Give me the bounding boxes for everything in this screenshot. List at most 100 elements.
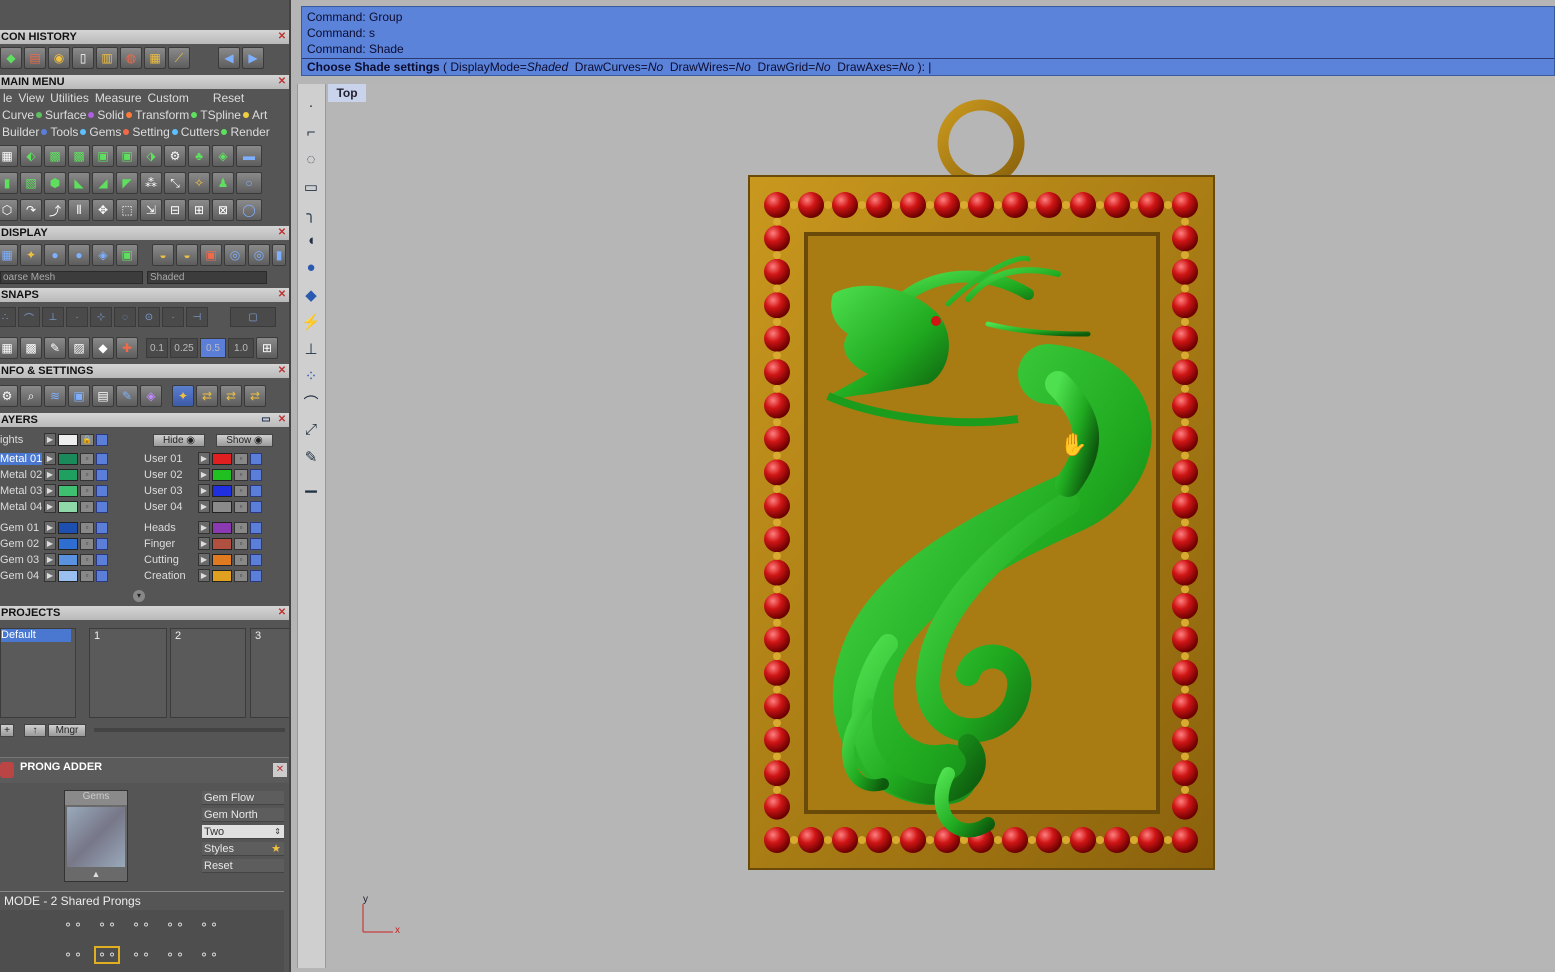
wireframe-icon[interactable]: ▦	[0, 244, 18, 266]
tab-cutters[interactable]: Cutters	[181, 125, 231, 139]
axis-icon[interactable]: ✚	[116, 337, 138, 359]
solid-icon[interactable]: ●	[298, 254, 324, 281]
play-icon[interactable]: ▶	[44, 452, 56, 465]
display-icon[interactable]: ◎	[248, 244, 270, 266]
tab-solid[interactable]: Solid	[97, 108, 135, 122]
layer-color-swatch[interactable]	[212, 468, 232, 481]
tool-icon[interactable]: ◤	[116, 172, 138, 194]
visibility-icon[interactable]	[250, 468, 262, 481]
layer-color-swatch[interactable]	[212, 521, 232, 534]
snap-value[interactable]: 1.0	[228, 338, 254, 358]
play-icon[interactable]: ▶	[198, 537, 210, 550]
viewport-top[interactable]: Top y x ✋	[328, 84, 1555, 968]
info-settings-header[interactable]: NFO & SETTINGS ✕	[0, 364, 289, 378]
cube-icon[interactable]: ▩	[20, 337, 42, 359]
snaps-header[interactable]: SNAPS ✕	[0, 288, 289, 302]
snap-icon[interactable]: ◌	[114, 307, 136, 327]
layer-metal-01[interactable]: Metal 01 ▶ ▫	[0, 451, 108, 466]
tab-setting[interactable]: Setting	[132, 125, 180, 139]
play-icon[interactable]: ▶	[44, 569, 56, 582]
tool-icon[interactable]: ▩	[44, 145, 66, 167]
display-icon[interactable]: ▣	[116, 244, 138, 266]
surface-icon[interactable]: ◆	[298, 281, 324, 308]
menu-reset[interactable]: Reset	[210, 91, 247, 105]
transform-icon[interactable]: ⚡	[298, 308, 324, 335]
play-icon[interactable]: ▶	[44, 537, 56, 550]
snap-icon[interactable]: ·	[66, 307, 88, 327]
tool-icon[interactable]: ♣	[188, 145, 210, 167]
info-icon[interactable]: ⇄	[220, 385, 242, 407]
tool-icon[interactable]: ⫴	[68, 199, 90, 221]
play-icon[interactable]: ▶	[44, 500, 56, 513]
lock-icon[interactable]: ▫	[234, 484, 248, 497]
menu-custom[interactable]: Custom	[145, 91, 192, 105]
layer-user-03[interactable]: User 03 ▶ ▫	[144, 483, 262, 498]
scale-icon[interactable]: ⤢	[298, 416, 324, 443]
layer-gem-04[interactable]: Gem 04 ▶ ▫	[0, 568, 108, 583]
visibility-icon[interactable]	[250, 569, 262, 582]
spinner-icon[interactable]: ⇕	[274, 825, 281, 839]
layer-lights[interactable]: ights ▶ 🔒	[0, 432, 108, 447]
up-arrow-icon[interactable]: ↑	[24, 723, 46, 737]
visibility-icon[interactable]	[96, 484, 108, 497]
info-icon[interactable]: ⇄	[196, 385, 218, 407]
sphere-icon[interactable]: ●	[44, 244, 66, 266]
layer-color-swatch[interactable]	[58, 468, 78, 481]
grid-icon[interactable]: ▦	[0, 337, 18, 359]
tool-icon[interactable]: ⊟	[164, 199, 186, 221]
prong-style-icon[interactable]: ⚬⚬	[60, 946, 86, 964]
prong-style-icon[interactable]: ⚬⚬	[162, 916, 188, 934]
lock-icon[interactable]: ▫	[80, 500, 94, 513]
tool-icon[interactable]: ◈	[212, 145, 234, 167]
history-icon-3[interactable]: ◉	[48, 47, 70, 69]
history-icon-4[interactable]: ▯	[72, 47, 94, 69]
prong-style-icon[interactable]: ⚬⚬	[60, 916, 86, 934]
prong-style-icon[interactable]: ⚬⚬	[196, 916, 222, 934]
snap-icon[interactable]: ∴	[0, 307, 16, 327]
gem-flow-toggle[interactable]: Gem Flow	[202, 791, 284, 805]
tab-transform[interactable]: Transform	[135, 108, 200, 122]
lock-icon[interactable]: ▫	[80, 484, 94, 497]
layer-color-swatch[interactable]	[58, 521, 78, 534]
visibility-icon[interactable]	[96, 521, 108, 534]
tab-art[interactable]: Art	[252, 108, 270, 122]
snap-icon[interactable]: ⊙	[138, 307, 160, 327]
layer-color-swatch[interactable]	[212, 553, 232, 566]
tool-icon[interactable]: ⇲	[140, 199, 162, 221]
play-icon[interactable]: ▶	[198, 484, 210, 497]
layer-color-swatch[interactable]	[58, 553, 78, 566]
tool-icon[interactable]: ⬚	[116, 199, 138, 221]
prong-count-select[interactable]: Two ⇕	[202, 825, 284, 839]
display-icon[interactable]: ◒	[152, 244, 174, 266]
close-icon[interactable]: ✕	[277, 290, 287, 300]
tool-icon[interactable]: ◣	[68, 172, 90, 194]
project-slot-1[interactable]: 1	[89, 628, 167, 718]
prong-style-icon[interactable]: ⚬⚬	[128, 916, 154, 934]
close-icon[interactable]: ✕	[277, 415, 287, 425]
tool-icon[interactable]: ▮	[0, 172, 18, 194]
tab-gems[interactable]: Gems	[89, 125, 132, 139]
layers-icon[interactable]: ≋	[44, 385, 66, 407]
display-header[interactable]: DISPLAY ✕	[0, 226, 289, 240]
play-icon[interactable]: ▶	[44, 521, 56, 534]
play-icon[interactable]: ▶	[44, 553, 56, 566]
snap-icon[interactable]: ⊣	[186, 307, 208, 327]
option-displaymode[interactable]: DisplayMode=Shaded	[450, 60, 568, 74]
diamond-icon[interactable]: ◆	[92, 337, 114, 359]
close-icon[interactable]: ✕	[277, 366, 287, 376]
tool-icon[interactable]: ▣	[92, 145, 114, 167]
lock-icon[interactable]: ▫	[234, 553, 248, 566]
fillet-icon[interactable]: ⌒	[298, 389, 324, 416]
box-icon[interactable]: ▣	[68, 385, 90, 407]
sphere-icon[interactable]: ●	[68, 244, 90, 266]
styles-button[interactable]: Styles ★	[202, 842, 284, 856]
display-icon[interactable]: ▣	[200, 244, 222, 266]
display-icon[interactable]: ◎	[224, 244, 246, 266]
curve-icon[interactable]: ╮	[298, 200, 324, 227]
lock-icon[interactable]: ▫	[234, 521, 248, 534]
close-icon[interactable]: ✕	[277, 228, 287, 238]
manager-button[interactable]: Mngr	[48, 723, 86, 737]
tool-icon[interactable]: ▦	[0, 145, 18, 167]
slider-track[interactable]	[94, 728, 285, 732]
tool-icon[interactable]: ⬖	[20, 145, 42, 167]
